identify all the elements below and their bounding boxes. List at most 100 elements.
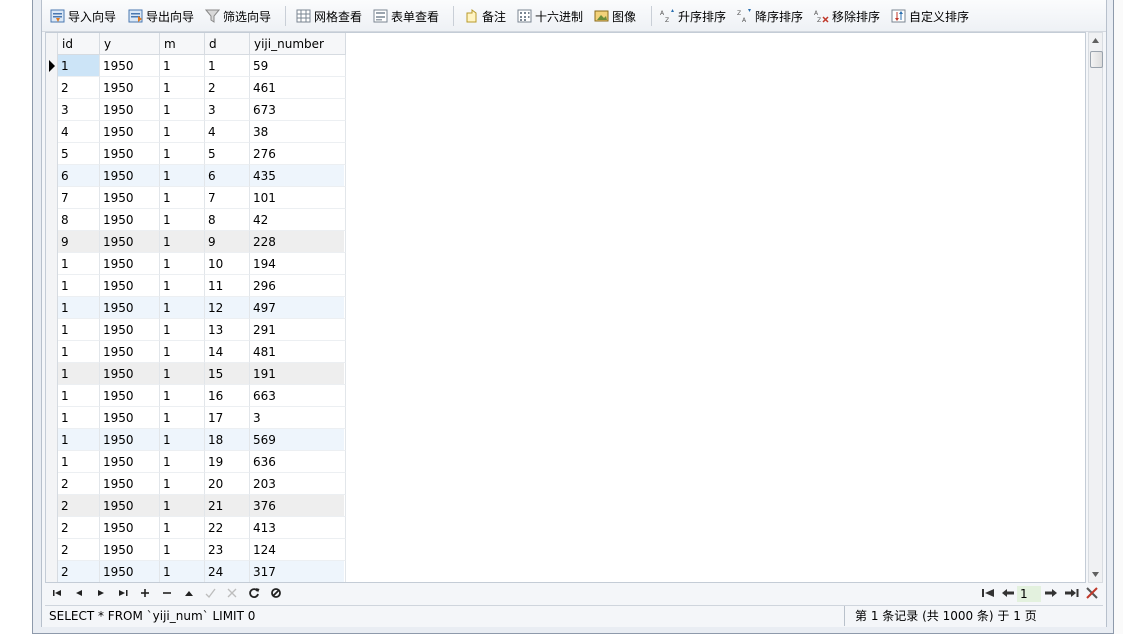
image-button[interactable]: 图像 <box>594 6 636 26</box>
cell-id[interactable]: 5 <box>58 143 100 165</box>
cell-y[interactable]: 1950 <box>100 473 160 495</box>
cell-d[interactable]: 13 <box>205 319 250 341</box>
prev-page-icon[interactable] <box>1001 586 1017 602</box>
cell-d[interactable]: 3 <box>205 99 250 121</box>
sort-desc-button[interactable]: ZA 降序排序 <box>737 6 803 26</box>
cell-y[interactable]: 1950 <box>100 539 160 561</box>
vertical-scrollbar[interactable] <box>1088 32 1103 583</box>
scroll-up-icon[interactable] <box>1092 38 1099 43</box>
cell-d[interactable]: 10 <box>205 253 250 275</box>
column-header-d[interactable]: d <box>205 33 250 55</box>
table-row[interactable]: 1 1950 1 17 3 <box>58 407 346 429</box>
cell-m[interactable]: 1 <box>160 473 205 495</box>
cell-y[interactable]: 1950 <box>100 121 160 143</box>
scrollbar-thumb[interactable] <box>1090 51 1103 68</box>
cell-yiji-number[interactable]: 101 <box>250 187 346 209</box>
cell-y[interactable]: 1950 <box>100 561 160 582</box>
cell-yiji-number[interactable]: 59 <box>250 55 346 77</box>
cell-m[interactable]: 1 <box>160 143 205 165</box>
cell-yiji-number[interactable]: 636 <box>250 451 346 473</box>
table-row[interactable]: 1 1950 1 10 194 <box>58 253 346 275</box>
table-row[interactable]: 2 1950 1 22 413 <box>58 517 346 539</box>
cell-id[interactable]: 1 <box>58 319 100 341</box>
cell-m[interactable]: 1 <box>160 253 205 275</box>
cell-id[interactable]: 7 <box>58 187 100 209</box>
cell-d[interactable]: 18 <box>205 429 250 451</box>
table-row[interactable]: 1 1950 1 15 191 <box>58 363 346 385</box>
custom-sort-button[interactable]: 自定义排序 <box>891 6 969 26</box>
cell-m[interactable]: 1 <box>160 187 205 209</box>
cell-id[interactable]: 1 <box>58 363 100 385</box>
filter-wizard-button[interactable]: 筛选向导 <box>204 6 271 26</box>
cell-yiji-number[interactable]: 191 <box>250 363 346 385</box>
column-header-id[interactable]: id <box>58 33 100 55</box>
cell-id[interactable]: 2 <box>58 77 100 99</box>
cell-m[interactable]: 1 <box>160 341 205 363</box>
cell-id[interactable]: 1 <box>58 385 100 407</box>
cell-yiji-number[interactable]: 296 <box>250 275 346 297</box>
last-page-icon[interactable] <box>1065 586 1081 602</box>
cell-id[interactable]: 1 <box>58 429 100 451</box>
cell-id[interactable]: 2 <box>58 561 100 582</box>
cell-yiji-number[interactable]: 38 <box>250 121 346 143</box>
cell-d[interactable]: 6 <box>205 165 250 187</box>
cell-yiji-number[interactable]: 569 <box>250 429 346 451</box>
cell-id[interactable]: 4 <box>58 121 100 143</box>
cell-y[interactable]: 1950 <box>100 319 160 341</box>
table-row[interactable]: 1 1950 1 18 569 <box>58 429 346 451</box>
cell-y[interactable]: 1950 <box>100 341 160 363</box>
cell-m[interactable]: 1 <box>160 495 205 517</box>
first-page-icon[interactable] <box>981 586 997 602</box>
cell-m[interactable]: 1 <box>160 99 205 121</box>
cell-d[interactable]: 23 <box>205 539 250 561</box>
cell-y[interactable]: 1950 <box>100 165 160 187</box>
cell-m[interactable]: 1 <box>160 517 205 539</box>
cell-d[interactable]: 11 <box>205 275 250 297</box>
delete-record-icon[interactable] <box>160 586 176 602</box>
table-row[interactable]: 6 1950 1 6 435 <box>58 165 346 187</box>
cell-m[interactable]: 1 <box>160 77 205 99</box>
cell-d[interactable]: 12 <box>205 297 250 319</box>
cell-m[interactable]: 1 <box>160 231 205 253</box>
table-row[interactable]: 1 1950 1 11 296 <box>58 275 346 297</box>
table-row[interactable]: 2 1950 1 20 203 <box>58 473 346 495</box>
stop-icon[interactable] <box>269 586 285 602</box>
cell-d[interactable]: 2 <box>205 77 250 99</box>
cell-m[interactable]: 1 <box>160 451 205 473</box>
memo-button[interactable]: 备注 <box>464 6 506 26</box>
cell-id[interactable]: 2 <box>58 495 100 517</box>
table-row[interactable]: 1 1950 1 1 59 <box>58 55 346 77</box>
cell-yiji-number[interactable]: 203 <box>250 473 346 495</box>
cell-d[interactable]: 5 <box>205 143 250 165</box>
cell-yiji-number[interactable]: 673 <box>250 99 346 121</box>
cell-y[interactable]: 1950 <box>100 385 160 407</box>
cell-y[interactable]: 1950 <box>100 407 160 429</box>
cell-yiji-number[interactable]: 124 <box>250 539 346 561</box>
cell-m[interactable]: 1 <box>160 297 205 319</box>
cell-m[interactable]: 1 <box>160 319 205 341</box>
cell-yiji-number[interactable]: 194 <box>250 253 346 275</box>
column-header-m[interactable]: m <box>160 33 205 55</box>
next-page-icon[interactable] <box>1044 586 1060 602</box>
cell-y[interactable]: 1950 <box>100 99 160 121</box>
refresh-icon[interactable] <box>247 586 263 602</box>
cell-m[interactable]: 1 <box>160 363 205 385</box>
cell-d[interactable]: 1 <box>205 55 250 77</box>
cell-id[interactable]: 9 <box>58 231 100 253</box>
cell-d[interactable]: 20 <box>205 473 250 495</box>
cell-yiji-number[interactable]: 317 <box>250 561 346 582</box>
cell-yiji-number[interactable]: 435 <box>250 165 346 187</box>
table-row[interactable]: 1 1950 1 13 291 <box>58 319 346 341</box>
cell-d[interactable]: 9 <box>205 231 250 253</box>
cell-id[interactable]: 1 <box>58 407 100 429</box>
cell-y[interactable]: 1950 <box>100 363 160 385</box>
cell-m[interactable]: 1 <box>160 209 205 231</box>
cell-id[interactable]: 2 <box>58 473 100 495</box>
table-row[interactable]: 2 1950 1 24 317 <box>58 561 346 582</box>
cell-id[interactable]: 1 <box>58 275 100 297</box>
cell-y[interactable]: 1950 <box>100 495 160 517</box>
page-number-field[interactable]: 1 <box>1017 586 1041 602</box>
first-record-icon[interactable] <box>51 586 67 602</box>
table-row[interactable]: 9 1950 1 9 228 <box>58 231 346 253</box>
cell-m[interactable]: 1 <box>160 407 205 429</box>
